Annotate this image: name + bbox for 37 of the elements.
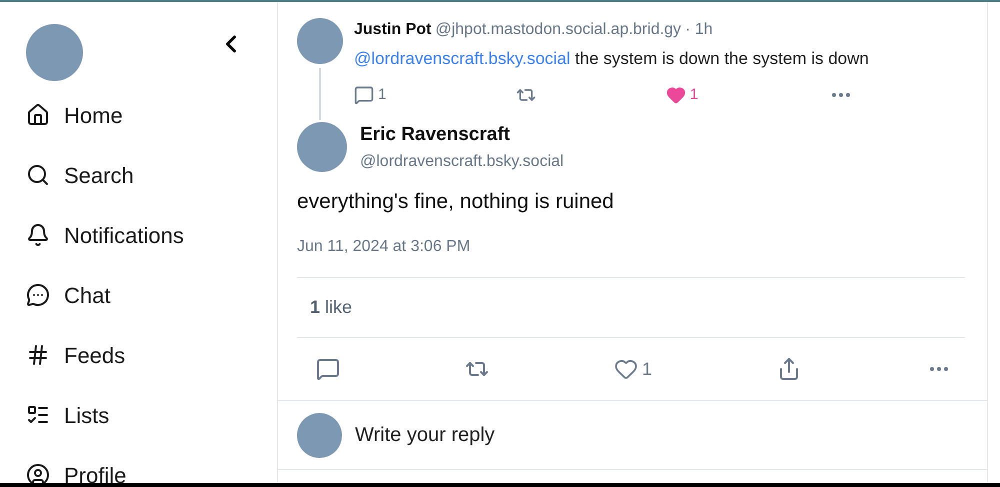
nav-item[interactable]: Notifications — [26, 217, 249, 253]
reply-button[interactable] — [316, 357, 340, 381]
post-text: @lordravenscraft.bsky.social the system is down the system is down — [354, 48, 870, 70]
nav-item[interactable]: Profile — [26, 457, 249, 483]
heart-icon — [666, 84, 686, 105]
mention-link[interactable]: @lordravenscraft.bsky.social — [354, 49, 570, 68]
bell-icon — [26, 223, 50, 247]
chat-bubble-icon — [26, 283, 50, 307]
like-button[interactable]: 1 — [614, 356, 652, 382]
post-date: Jun 11, 2024 at 3:06 PM — [297, 237, 472, 257]
nav-item[interactable]: Chat — [26, 277, 249, 313]
house-icon — [26, 103, 50, 127]
nav-item[interactable]: Search — [26, 157, 249, 193]
reply-field[interactable]: Write your reply — [355, 420, 968, 450]
nav-item[interactable]: Home — [26, 97, 249, 133]
search-icon — [26, 163, 50, 187]
comment-icon — [316, 357, 340, 381]
nav-item[interactable]: Lists — [26, 397, 249, 433]
profile-icon — [26, 463, 50, 483]
like-count[interactable]: 1 like — [310, 297, 352, 317]
ellipsis-icon — [930, 367, 948, 371]
author-name: Justin Pot — [354, 20, 432, 40]
heart-icon — [614, 357, 638, 381]
like-button[interactable]: 1 — [666, 84, 698, 106]
author-name: Eric Ravenscraft — [360, 123, 511, 147]
avatar — [297, 412, 342, 458]
hash-icon — [26, 343, 50, 367]
post-time: · 1h — [685, 20, 713, 40]
ellipsis-icon — [832, 92, 850, 97]
author-handle: @lordravenscraft.bsky.social — [360, 152, 564, 172]
avatar — [297, 122, 347, 172]
avatar — [297, 18, 343, 64]
post-text: everything's fine, nothing is ruined — [297, 188, 615, 214]
nav-item[interactable]: Feeds — [26, 337, 249, 373]
author-handle: @jhpot.mastodon.social.ap.brid.gy — [435, 20, 682, 40]
reply-button[interactable]: 1 — [354, 84, 386, 106]
comment-icon — [354, 84, 374, 105]
